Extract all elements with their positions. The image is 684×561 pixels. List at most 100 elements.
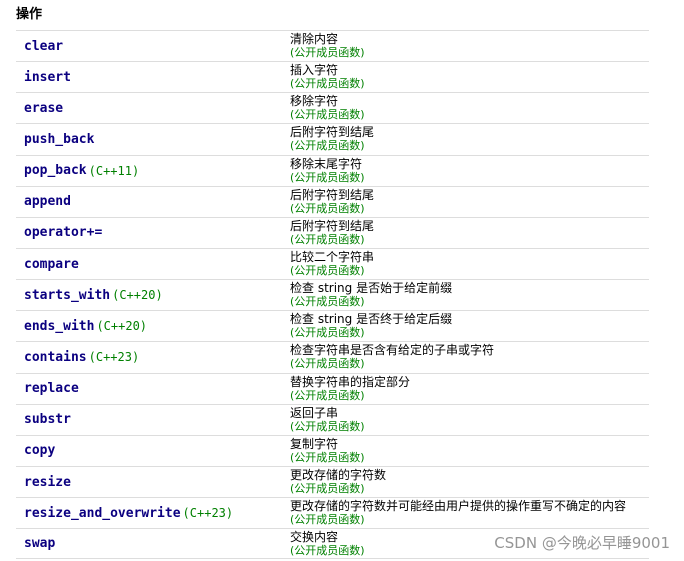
member-cell: replace bbox=[24, 374, 79, 404]
member-link[interactable]: insert bbox=[24, 70, 71, 85]
description-text: 比较二个字符串 bbox=[290, 249, 375, 264]
member-kind-label: (公开成员函数) bbox=[290, 357, 365, 371]
description-cell: 返回子串 (公开成员函数) bbox=[290, 406, 365, 434]
member-cell: resize_and_overwrite (C++23) bbox=[24, 498, 233, 528]
member-link[interactable]: clear bbox=[24, 39, 63, 54]
member-kind-label: (公开成员函数) bbox=[290, 263, 365, 277]
version-tag: (C++11) bbox=[88, 163, 140, 178]
description-text: 后附字符到结尾 bbox=[290, 187, 375, 202]
member-cell: insert bbox=[24, 62, 71, 92]
member-cell: compare bbox=[24, 249, 79, 279]
table-row: resize 更改存储的字符数 (公开成员函数) bbox=[16, 465, 649, 497]
member-kind-label: (公开成员函数) bbox=[290, 139, 365, 153]
member-link[interactable]: append bbox=[24, 194, 71, 209]
description-text: 后附字符到结尾 bbox=[290, 218, 375, 233]
member-link[interactable]: substr bbox=[24, 412, 71, 427]
member-cell: swap bbox=[24, 529, 55, 558]
description-cell: 后附字符到结尾 (公开成员函数) bbox=[290, 219, 374, 247]
version-tag: (C++23) bbox=[88, 350, 140, 365]
member-kind-label: (公开成员函数) bbox=[290, 450, 365, 464]
description-cell: 后附字符到结尾 (公开成员函数) bbox=[290, 125, 374, 153]
member-link[interactable]: resize bbox=[24, 475, 71, 490]
member-link[interactable]: resize_and_overwrite bbox=[24, 506, 181, 521]
member-kind-label: (公开成员函数) bbox=[290, 77, 365, 91]
version-tag: (C++23) bbox=[182, 506, 234, 521]
member-kind-label: (公开成员函数) bbox=[290, 108, 365, 122]
table-row: insert 插入字符 (公开成员函数) bbox=[16, 61, 649, 92]
table-row: replace 替换字符串的指定部分 (公开成员函数) bbox=[16, 372, 649, 404]
description-cell: 移除字符 (公开成员函数) bbox=[290, 94, 365, 122]
description-cell: 更改存储的字符数 (公开成员函数) bbox=[290, 468, 386, 496]
table-row: pop_back (C++11) 移除末尾字符 (公开成员函数) bbox=[16, 154, 649, 186]
member-cell: copy bbox=[24, 436, 55, 466]
description-text: 复制字符 bbox=[290, 436, 339, 451]
member-kind-label: (公开成员函数) bbox=[290, 481, 365, 495]
description-text: 交换内容 bbox=[290, 530, 339, 545]
member-kind-label: (公开成员函数) bbox=[290, 513, 365, 527]
description-cell: 清除内容 (公开成员函数) bbox=[290, 32, 365, 60]
member-link[interactable]: push_back bbox=[24, 132, 94, 147]
table-row: push_back 后附字符到结尾 (公开成员函数) bbox=[16, 123, 649, 154]
description-text: 返回子串 bbox=[290, 405, 339, 420]
watermark: CSDN @今晚必早睡9001 bbox=[494, 534, 670, 552]
description-text: 检查 string 是否终于给定后缀 bbox=[290, 312, 453, 327]
member-kind-label: (公开成员函数) bbox=[290, 388, 365, 402]
member-cell: append bbox=[24, 187, 71, 217]
description-text: 移除字符 bbox=[290, 94, 339, 109]
description-cell: 交换内容 (公开成员函数) bbox=[290, 530, 365, 558]
description-text: 更改存储的字符数 bbox=[290, 467, 387, 482]
member-kind-label: (公开成员函数) bbox=[290, 201, 365, 215]
member-link[interactable]: contains bbox=[24, 350, 87, 365]
description-text: 清除内容 bbox=[290, 32, 339, 46]
member-link[interactable]: erase bbox=[24, 101, 63, 116]
member-cell: substr bbox=[24, 405, 71, 435]
member-kind-label: (公开成员函数) bbox=[290, 170, 365, 184]
description-text: 更改存储的字符数并可能经由用户提供的操作重写不确定的内容 bbox=[290, 499, 627, 514]
description-cell: 插入字符 (公开成员函数) bbox=[290, 63, 365, 91]
member-kind-label: (公开成员函数) bbox=[290, 544, 365, 558]
description-cell: 替换字符串的指定部分 (公开成员函数) bbox=[290, 375, 410, 403]
member-link[interactable]: replace bbox=[24, 381, 79, 396]
member-link[interactable]: operator+= bbox=[24, 225, 102, 240]
member-cell: erase bbox=[24, 93, 63, 123]
table-row: resize_and_overwrite (C++23) 更改存储的字符数并可能经由… bbox=[16, 497, 649, 528]
table-row: contains (C++23) 检查字符串是否含有给定的子串或字符 (公开成员函数) bbox=[16, 341, 649, 372]
description-text: 移除末尾字符 bbox=[290, 156, 363, 171]
table-row: copy 复制字符 (公开成员函数) bbox=[16, 434, 649, 466]
section-heading: 操作 bbox=[16, 7, 43, 22]
description-cell: 后附字符到结尾 (公开成员函数) bbox=[290, 188, 374, 216]
member-link[interactable]: ends_with bbox=[24, 319, 94, 334]
description-cell: 检查 string 是否终于给定后缀 (公开成员函数) bbox=[290, 312, 452, 340]
member-cell: operator+= bbox=[24, 218, 102, 248]
table-row: clear 清除内容 (公开成员函数) bbox=[16, 30, 649, 61]
member-table: clear 清除内容 (公开成员函数) insert 插入字符 (公开成员函数) erase… bbox=[16, 30, 649, 560]
member-link[interactable]: copy bbox=[24, 443, 55, 458]
description-cell: 比较二个字符串 (公开成员函数) bbox=[290, 250, 374, 278]
description-text: 插入字符 bbox=[290, 63, 339, 78]
member-cell: push_back bbox=[24, 124, 94, 154]
member-cell: pop_back (C++11) bbox=[24, 156, 139, 186]
member-cell: ends_with (C++20) bbox=[24, 311, 147, 341]
description-cell: 更改存储的字符数并可能经由用户提供的操作重写不确定的内容 (公开成员函数) bbox=[290, 499, 626, 527]
table-row: ends_with (C++20) 检查 string 是否终于给定后缀 (公开成员函… bbox=[16, 310, 649, 341]
description-cell: 复制字符 (公开成员函数) bbox=[290, 437, 365, 465]
member-link[interactable]: compare bbox=[24, 257, 79, 272]
description-cell: 检查字符串是否含有给定的子串或字符 (公开成员函数) bbox=[290, 343, 494, 371]
member-link[interactable]: swap bbox=[24, 536, 55, 551]
member-link[interactable]: starts_with bbox=[24, 288, 110, 303]
table-row: compare 比较二个字符串 (公开成员函数) bbox=[16, 247, 649, 279]
member-cell: starts_with (C++20) bbox=[24, 280, 163, 310]
description-text: 替换字符串的指定部分 bbox=[290, 374, 411, 389]
description-text: 检查字符串是否含有给定的子串或字符 bbox=[290, 343, 495, 358]
version-tag: (C++20) bbox=[112, 288, 163, 303]
member-kind-label: (公开成员函数) bbox=[290, 326, 365, 340]
member-kind-label: (公开成员函数) bbox=[290, 419, 365, 433]
description-text: 检查 string 是否始于给定前缀 bbox=[290, 281, 453, 296]
description-text: 后附字符到结尾 bbox=[290, 125, 375, 140]
table-row: operator+= 后附字符到结尾 (公开成员函数) bbox=[16, 216, 649, 248]
member-kind-label: (公开成员函数) bbox=[290, 232, 365, 246]
member-cell: contains (C++23) bbox=[24, 342, 139, 372]
description-cell: 检查 string 是否始于给定前缀 (公开成员函数) bbox=[290, 281, 452, 309]
member-link[interactable]: pop_back bbox=[24, 163, 87, 178]
member-cell: resize bbox=[24, 467, 71, 497]
